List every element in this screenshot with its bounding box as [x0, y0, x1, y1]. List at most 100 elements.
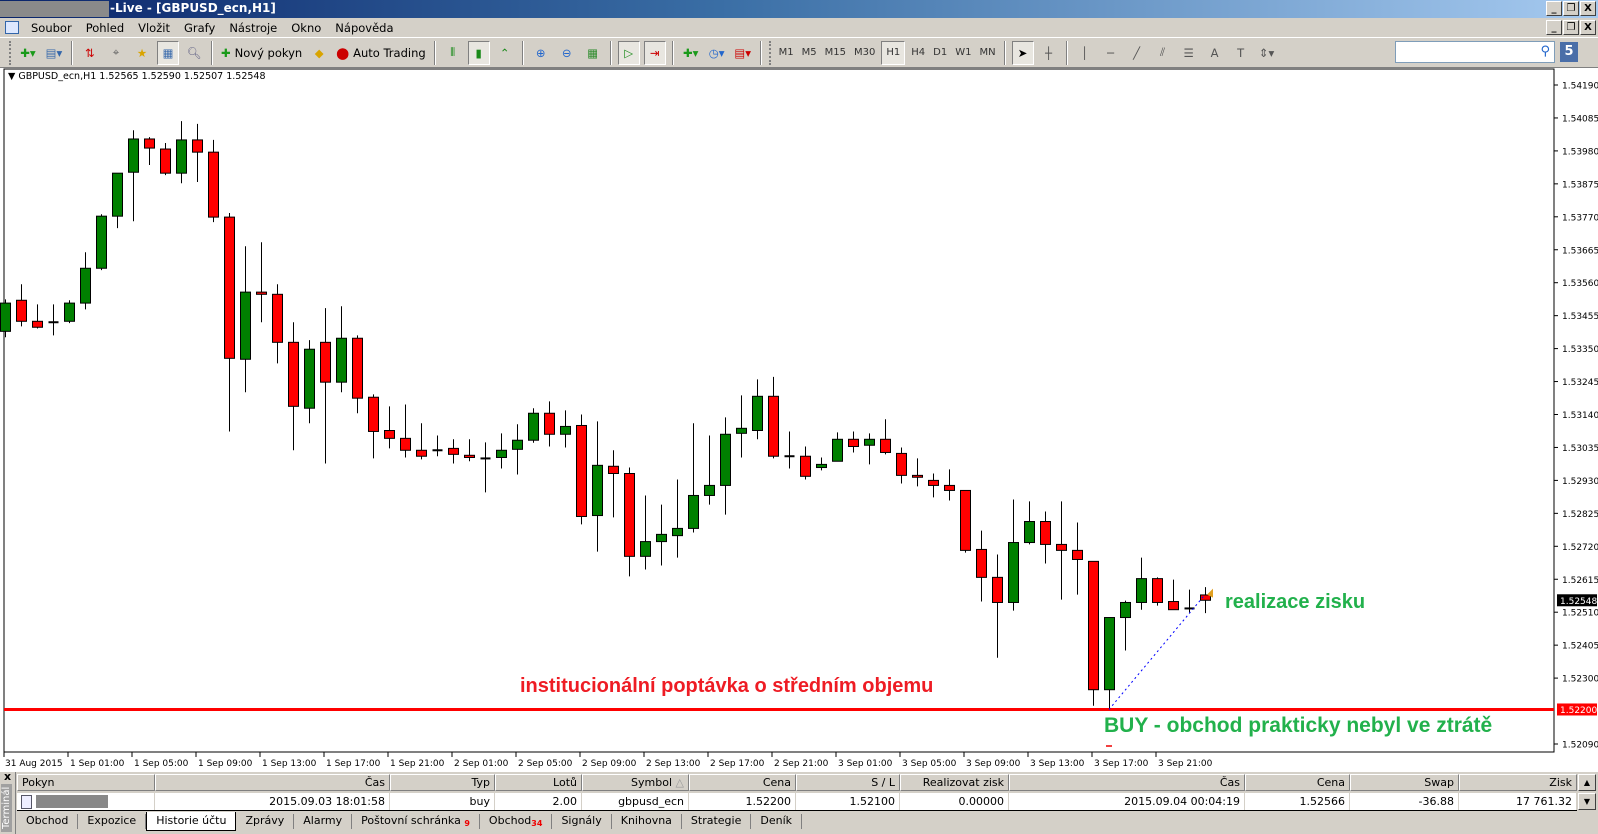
scroll-down-button[interactable]: ▼: [1578, 793, 1596, 810]
col-symbol[interactable]: Symbol △: [582, 774, 689, 791]
col-tp[interactable]: Realizovat zisk: [900, 774, 1009, 791]
menu-pohled[interactable]: Pohled: [80, 21, 132, 35]
menu-soubor[interactable]: Soubor: [25, 21, 80, 35]
tab-historie-uctu[interactable]: Historie účtu: [146, 812, 237, 831]
chart-shift-icon[interactable]: ⇥: [643, 40, 666, 65]
crosshair-icon[interactable]: ┼: [1038, 41, 1060, 65]
menu-vlozit[interactable]: Vložit: [132, 21, 178, 35]
vertical-line-icon[interactable]: │: [1074, 41, 1096, 65]
fibonacci-icon[interactable]: ☰: [1178, 41, 1200, 65]
bar-chart-icon[interactable]: ⫴: [442, 41, 464, 65]
close-button[interactable]: X: [1580, 1, 1596, 16]
timeframe-w1[interactable]: W1: [951, 41, 975, 65]
toolbar-grip[interactable]: [9, 40, 12, 65]
auto-scroll-icon[interactable]: ▷: [617, 40, 640, 65]
menu-okno[interactable]: Okno: [285, 21, 329, 35]
tile-windows-icon[interactable]: ▦: [582, 41, 604, 65]
menu-napoveda[interactable]: Nápověda: [329, 21, 401, 35]
periods-icon[interactable]: ◷▾: [706, 41, 728, 65]
profiles-icon[interactable]: ▤▾: [43, 41, 65, 65]
timeframe-m30[interactable]: M30: [850, 41, 879, 65]
tab-expozice[interactable]: Expozice: [78, 814, 147, 829]
community-badge[interactable]: 5: [1560, 42, 1578, 62]
tab-strategie[interactable]: Strategie: [682, 814, 752, 829]
trendline-icon[interactable]: ╱: [1126, 41, 1148, 65]
sort-icon: △: [675, 776, 684, 789]
candlestick-chart-icon[interactable]: ▮: [467, 40, 490, 65]
col-typ[interactable]: Typ: [390, 774, 495, 791]
y-tick-label: 1.52405: [1562, 642, 1598, 652]
tab-postovni-schranka[interactable]: Poštovní schránka 9: [352, 814, 480, 829]
candle-bearish: [464, 454, 475, 458]
timeframe-m15[interactable]: M15: [821, 41, 850, 65]
menu-grafy[interactable]: Grafy: [178, 21, 223, 35]
favorites-icon[interactable]: ★: [131, 41, 153, 65]
tab-obchod-market[interactable]: Obchod34: [480, 814, 553, 829]
app-icon[interactable]: [5, 21, 19, 34]
toolbar: ✚▾ ▤▾ ⇅ ⌖ ★ ▦ 🔍︎ ✚ Nový pokyn ◆ ⬤ Auto Tra…: [0, 37, 1598, 68]
restore-button[interactable]: ❐: [1563, 1, 1579, 16]
table-row[interactable]: 2015.09.03 18:01:58 buy 2.00 gbpusd_ecn …: [17, 793, 1577, 811]
cursor-icon[interactable]: ➤: [1011, 40, 1034, 65]
tab-alarmy[interactable]: Alarmy: [294, 814, 353, 829]
col-cena-open[interactable]: Cena: [689, 774, 796, 791]
timeframe-h1[interactable]: H1: [881, 40, 906, 65]
timeframe-m1[interactable]: M1: [775, 41, 798, 65]
minimize-button[interactable]: _: [1546, 1, 1562, 16]
col-zisk[interactable]: Zisk: [1459, 774, 1577, 791]
zoom-out-icon[interactable]: ⊖: [556, 41, 578, 65]
candlestick-chart[interactable]: 1.54190 1.54085 1.53980 1.53875 1.53770 1.536…: [0, 68, 1598, 772]
terminal-icon[interactable]: ▦: [157, 40, 179, 65]
candle-bullish: [1024, 521, 1035, 544]
auto-trading-button[interactable]: ⬤ Auto Trading: [334, 41, 427, 65]
col-cas-open[interactable]: Čas: [155, 774, 390, 791]
zoom-in-icon[interactable]: ⊕: [530, 41, 552, 65]
col-pokyn[interactable]: Pokyn: [17, 774, 155, 791]
timeframe-mn[interactable]: MN: [975, 41, 999, 65]
candle-bullish: [0, 302, 11, 332]
candle-bearish: [1152, 578, 1163, 603]
tab-zpravy[interactable]: Zprávy: [236, 814, 295, 829]
text-icon[interactable]: A: [1204, 41, 1226, 65]
templates-icon[interactable]: ▤▾: [732, 41, 754, 65]
mdi-restore-button[interactable]: ❐: [1563, 20, 1579, 35]
new-chart-icon[interactable]: ✚▾: [17, 41, 39, 65]
strategy-tester-icon[interactable]: 🔍︎: [183, 41, 205, 65]
terminal-close-icon[interactable]: x: [4, 770, 11, 783]
tab-obchod[interactable]: Obchod: [17, 814, 79, 829]
chart-window[interactable]: 1.54190 1.54085 1.53980 1.53875 1.53770 1.536…: [0, 68, 1598, 772]
search-input[interactable]: [1399, 43, 1529, 61]
candle-bullish: [304, 348, 315, 409]
candle-bullish: [592, 464, 603, 517]
line-chart-icon[interactable]: ⌃: [494, 41, 516, 65]
market-watch-icon[interactable]: ⇅: [79, 41, 101, 65]
timeframe-m5[interactable]: M5: [798, 41, 821, 65]
indicators-icon[interactable]: ✚▾: [680, 41, 702, 65]
metaeditor-icon[interactable]: ◆: [308, 41, 330, 65]
navigator-icon[interactable]: ⌖: [105, 41, 127, 65]
search-icon[interactable]: ⚲: [1540, 44, 1550, 59]
x-tick-label: 3 Sep 13:00: [1030, 759, 1085, 769]
menu-nastroje[interactable]: Nástroje: [223, 21, 285, 35]
tab-signaly[interactable]: Signály: [552, 814, 612, 829]
text-label-icon[interactable]: T: [1230, 41, 1252, 65]
search-box[interactable]: ⚲: [1395, 41, 1555, 63]
col-swap[interactable]: Swap: [1350, 774, 1459, 791]
mdi-minimize-button[interactable]: _: [1546, 20, 1562, 35]
col-cas-close[interactable]: Čas: [1009, 774, 1245, 791]
new-order-button[interactable]: ✚ Nový pokyn: [219, 41, 304, 65]
arrows-icon[interactable]: ⇕▾: [1256, 41, 1278, 65]
candle-bearish: [416, 449, 427, 457]
horizontal-line-icon[interactable]: ─: [1100, 41, 1122, 65]
tab-denik[interactable]: Deník: [751, 814, 803, 829]
tab-knihovna[interactable]: Knihovna: [612, 814, 682, 829]
equidistant-channel-icon[interactable]: ⫽: [1152, 41, 1174, 65]
timeframe-h4[interactable]: H4: [907, 41, 929, 65]
timeframe-d1[interactable]: D1: [929, 41, 951, 65]
mdi-close-button[interactable]: X: [1580, 20, 1596, 35]
col-cena-close[interactable]: Cena: [1245, 774, 1350, 791]
col-lots[interactable]: Lotů: [495, 774, 582, 791]
scroll-up-button[interactable]: ▲: [1578, 774, 1596, 791]
candle-bullish: [672, 527, 683, 537]
col-sl[interactable]: S / L: [796, 774, 900, 791]
